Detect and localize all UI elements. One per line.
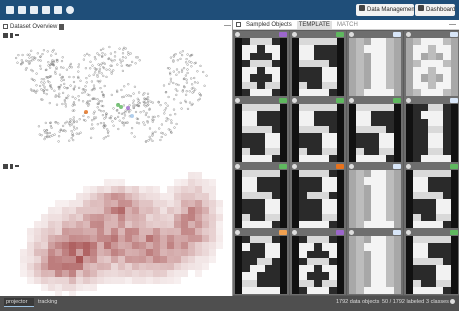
digit-thumbnail (406, 236, 458, 294)
dashboard-button[interactable]: Dashboard (415, 4, 455, 16)
digit-thumbnail (349, 236, 401, 294)
folder-icon[interactable] (6, 6, 14, 14)
digit-thumbnail (235, 170, 287, 228)
label-badge[interactable] (393, 163, 401, 169)
label-badge[interactable] (336, 229, 344, 235)
dashboard-icon (418, 5, 424, 12)
label-badge[interactable] (279, 97, 287, 103)
digit-thumbnail (292, 38, 344, 96)
density-heatmap[interactable] (0, 20, 232, 296)
eye-icon[interactable] (406, 31, 411, 37)
sample-cell[interactable] (347, 31, 403, 97)
sample-image-grid (233, 31, 459, 296)
class-count-label: 3 classes (426, 299, 449, 305)
sample-cell[interactable] (290, 163, 346, 229)
digit-thumbnail (235, 38, 287, 96)
info-icon[interactable] (449, 299, 455, 305)
digit-thumbnail (292, 236, 344, 294)
camera-icon[interactable] (18, 6, 26, 14)
save-icon[interactable] (30, 6, 38, 14)
status-bar: projector tracking 1792 data objects 50 … (0, 296, 459, 311)
panel-icon (236, 22, 241, 27)
tab-match[interactable]: MATCH (335, 21, 360, 29)
class-count: 3 classes (426, 298, 455, 307)
eye-icon[interactable] (406, 163, 411, 169)
eye-icon[interactable] (235, 163, 240, 169)
data-management-button[interactable]: Data Management (356, 4, 417, 16)
digit-thumbnail (292, 170, 344, 228)
sample-cell[interactable] (347, 229, 403, 295)
sample-cell[interactable] (404, 31, 459, 97)
label-badge[interactable] (393, 97, 401, 103)
sample-cell[interactable] (347, 163, 403, 229)
refresh-icon[interactable] (54, 6, 62, 14)
tab-sampled-objects[interactable]: Sampled Objects (244, 21, 294, 29)
eye-icon[interactable] (292, 97, 297, 103)
label-badge[interactable] (393, 229, 401, 235)
eye-icon[interactable] (235, 97, 240, 103)
sample-cell[interactable] (233, 97, 289, 163)
eye-icon[interactable] (235, 229, 240, 235)
eye-icon[interactable] (292, 31, 297, 37)
label-badge[interactable] (279, 163, 287, 169)
sample-cell[interactable] (404, 163, 459, 229)
sample-cell[interactable] (233, 31, 289, 97)
sample-cell[interactable] (290, 229, 346, 295)
digit-thumbnail (349, 170, 401, 228)
label-badge[interactable] (336, 97, 344, 103)
label-badge[interactable] (336, 31, 344, 37)
tab-template[interactable]: TEMPLATE (296, 20, 332, 29)
digit-thumbnail (406, 170, 458, 228)
database-icon (359, 5, 365, 12)
eye-icon[interactable] (235, 31, 240, 37)
digit-thumbnail (406, 104, 458, 162)
label-badge[interactable] (279, 229, 287, 235)
digit-thumbnail (349, 104, 401, 162)
sample-cell[interactable] (404, 97, 459, 163)
settings-icon[interactable] (66, 6, 74, 14)
eye-icon[interactable] (349, 31, 354, 37)
sample-cell[interactable] (290, 97, 346, 163)
eye-icon[interactable] (292, 163, 297, 169)
sample-cell[interactable] (290, 31, 346, 97)
eye-icon[interactable] (406, 97, 411, 103)
eye-icon[interactable] (349, 163, 354, 169)
dataset-overview-panel: Dataset Overview — (0, 20, 232, 296)
digit-thumbnail (235, 236, 287, 294)
dashboard-label: Dashboard (426, 7, 456, 13)
collapse-right-button[interactable]: — (449, 21, 456, 28)
top-toolbar: Data Management Dashboard (0, 0, 459, 20)
digit-thumbnail (292, 104, 344, 162)
eye-icon[interactable] (349, 97, 354, 103)
digit-thumbnail (406, 38, 458, 96)
tab-projection[interactable]: projector (4, 298, 34, 307)
object-count: 1792 data objects (336, 299, 380, 305)
sampled-objects-panel: Sampled Objects TEMPLATE MATCH — (232, 20, 459, 296)
label-badge[interactable] (450, 163, 458, 169)
delete-icon[interactable] (42, 6, 50, 14)
sample-cell[interactable] (404, 229, 459, 295)
eye-icon[interactable] (349, 229, 354, 235)
label-badge[interactable] (393, 31, 401, 37)
data-management-label: Data Management (367, 7, 417, 13)
labeled-count: 50 / 1792 labeled (382, 299, 425, 305)
digit-thumbnail (235, 104, 287, 162)
digit-thumbnail (349, 38, 401, 96)
eye-icon[interactable] (406, 229, 411, 235)
sample-cell[interactable] (347, 97, 403, 163)
label-badge[interactable] (450, 97, 458, 103)
label-badge[interactable] (450, 31, 458, 37)
label-badge[interactable] (279, 31, 287, 37)
sampled-objects-header: Sampled Objects TEMPLATE MATCH (233, 20, 459, 30)
tab-tracking[interactable]: tracking (36, 298, 64, 307)
label-badge[interactable] (336, 163, 344, 169)
sample-cell[interactable] (233, 163, 289, 229)
label-badge[interactable] (450, 229, 458, 235)
sample-cell[interactable] (233, 229, 289, 295)
toolbar-icon-group (6, 6, 74, 14)
eye-icon[interactable] (292, 229, 297, 235)
